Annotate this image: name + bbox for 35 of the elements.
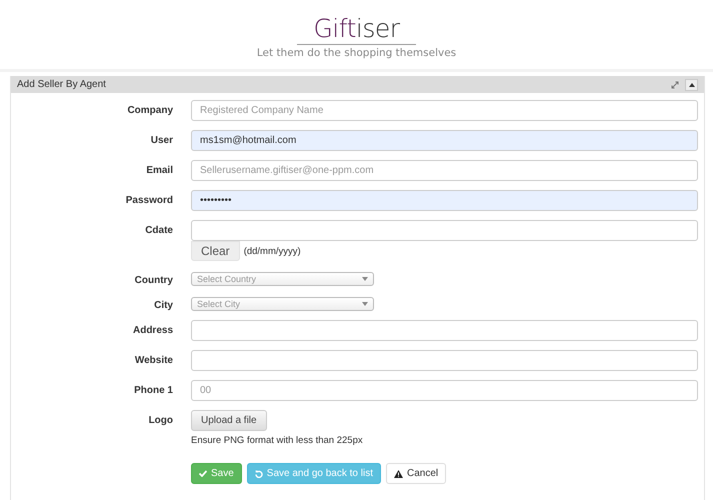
input-field[interactable]: Registered Company Name (191, 100, 698, 121)
input-field[interactable] (191, 320, 698, 341)
field-label: Country (134, 274, 173, 286)
tagline: Let them do the shopping themselves (256, 47, 456, 59)
date-format-hint: (dd/mm/yyyy) (244, 246, 301, 256)
field-label: Email (145, 164, 173, 176)
caret-icon (362, 302, 368, 306)
collapse-button[interactable] (685, 78, 698, 90)
field-label: Password (124, 194, 173, 206)
upload-hint: Ensure PNG format with less than 225px (191, 435, 364, 446)
logo: Giftiser (297, 14, 416, 45)
field-label: City (153, 299, 173, 311)
input-field[interactable]: 00 (191, 380, 698, 401)
field-label: User (150, 134, 173, 146)
panel-title: Add Seller By Agent (17, 79, 107, 90)
input-field[interactable]: ••••••••• (191, 190, 698, 211)
cancel-button[interactable]: Cancel (386, 463, 446, 484)
input-field[interactable]: ms1sm@hotmail.com (191, 130, 698, 151)
input-field[interactable] (191, 350, 698, 371)
expand-icon[interactable] (671, 80, 679, 88)
triangle-up-icon (688, 82, 694, 86)
field-label: Phone 1 (133, 384, 173, 396)
check-icon (199, 470, 207, 477)
caret-icon (362, 277, 368, 281)
upload-button[interactable]: Upload a file (191, 410, 267, 431)
field-label: Cdate (144, 224, 173, 236)
field-label: Logo (148, 414, 173, 426)
date-field[interactable] (191, 220, 698, 241)
input-field[interactable]: Sellerusername.giftiser@one-ppm.com (191, 160, 698, 181)
clear-button[interactable]: Clear (191, 241, 240, 261)
field-label: Address (132, 324, 173, 336)
field-label: Website (134, 354, 173, 366)
warning-icon (394, 470, 403, 478)
field-label: Company (126, 104, 173, 116)
undo-icon (254, 470, 263, 478)
